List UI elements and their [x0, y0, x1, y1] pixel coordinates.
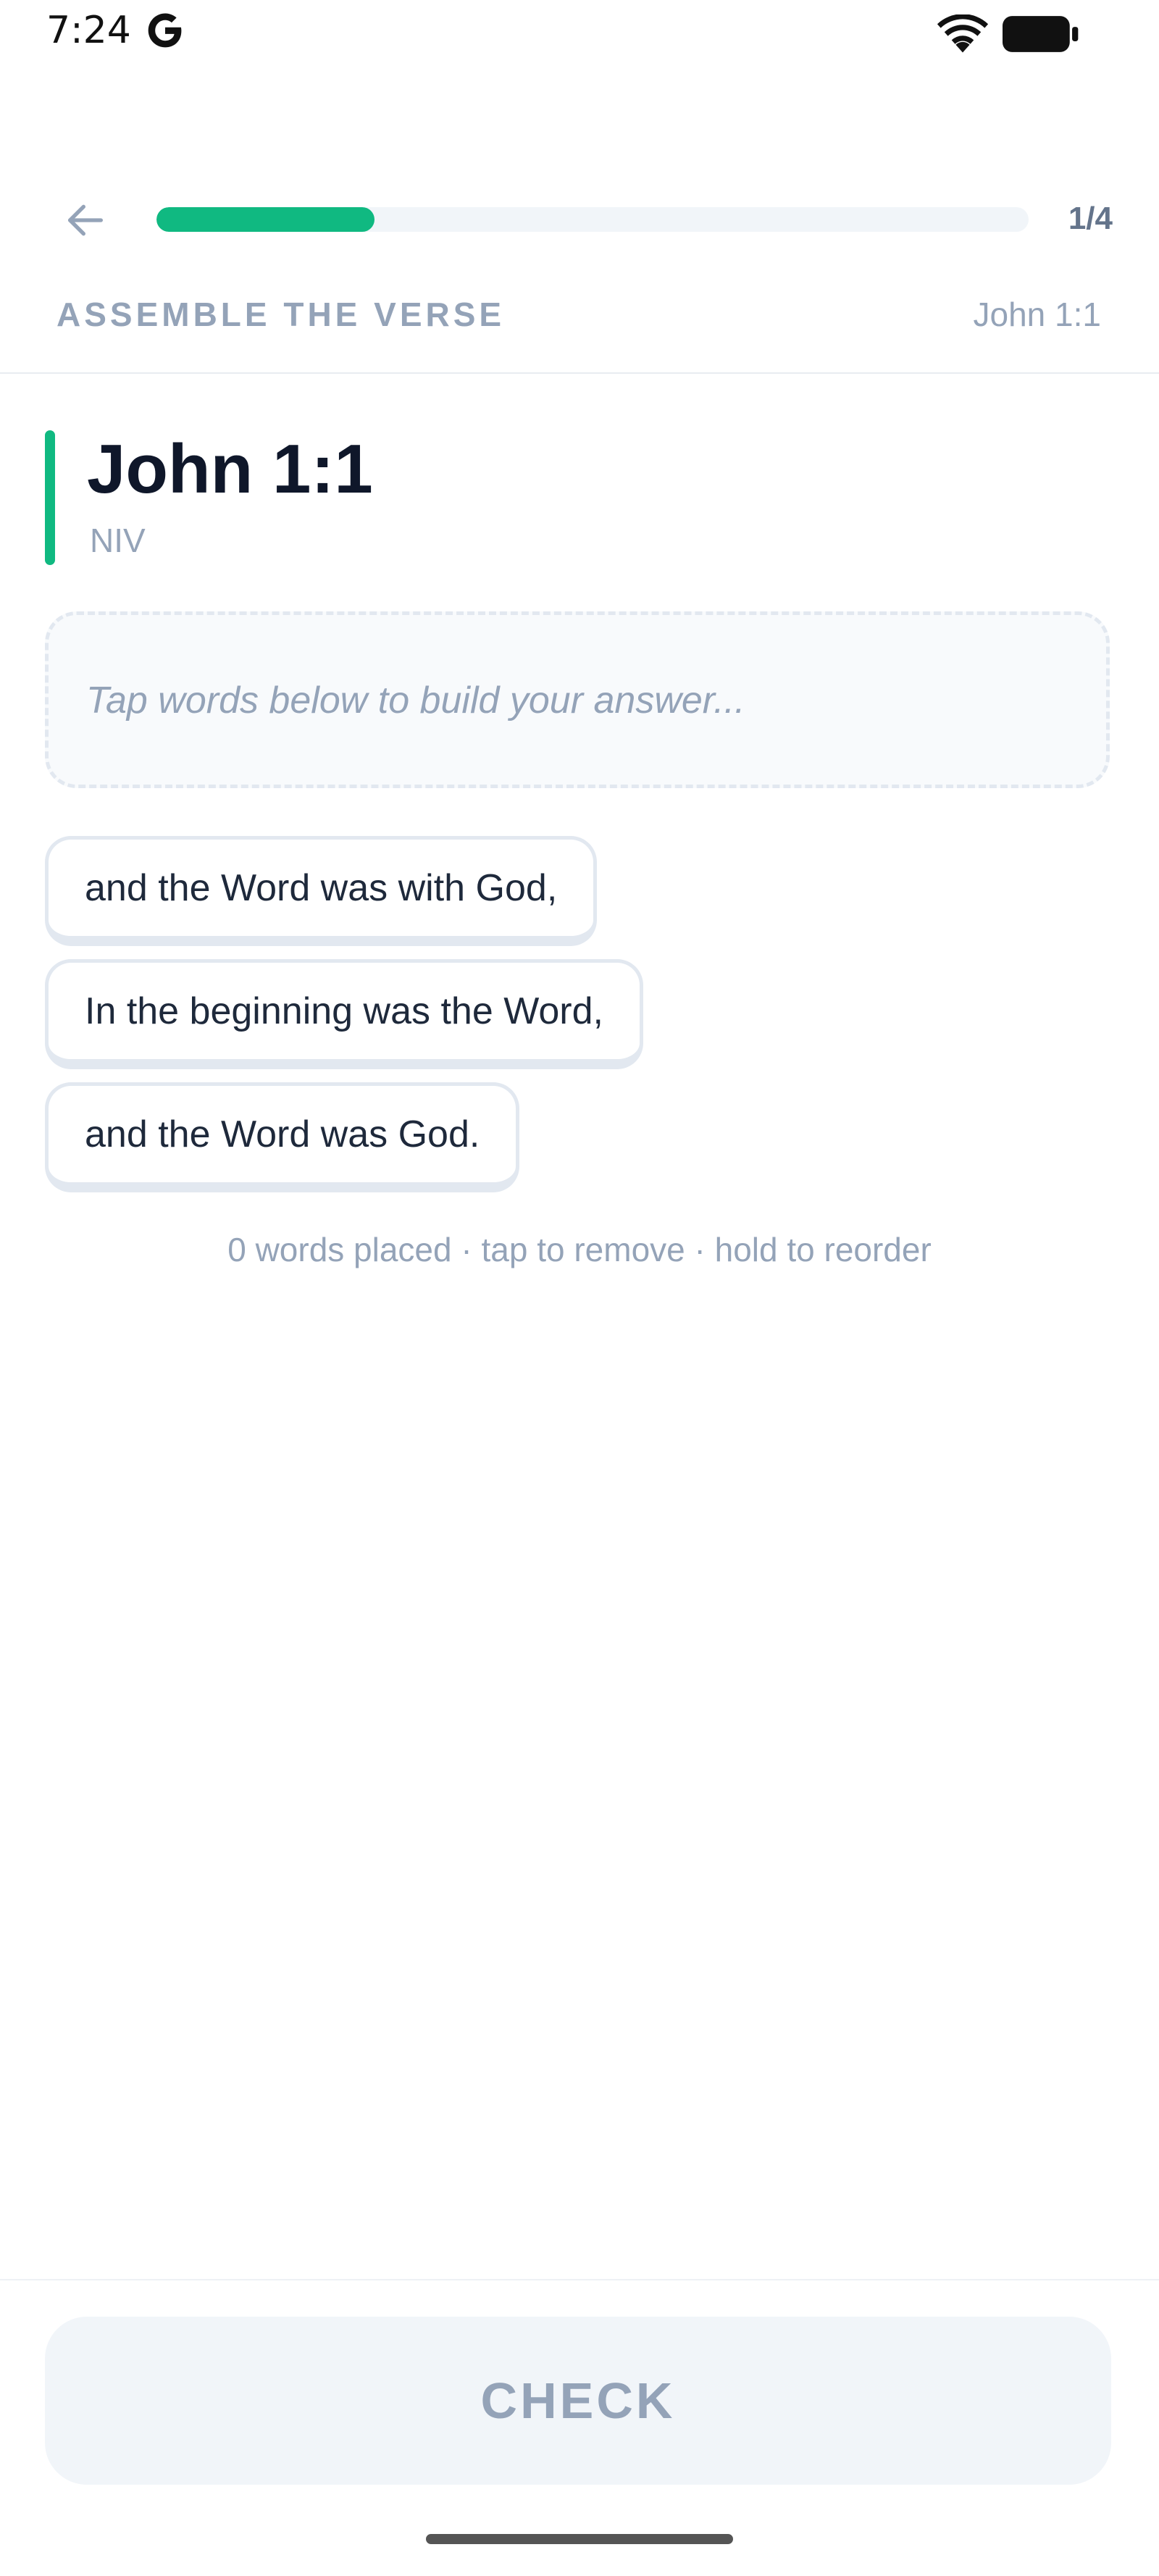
verse-accent-bar [45, 430, 55, 565]
status-time: 7:24 [46, 9, 131, 52]
footer-divider [0, 2279, 1159, 2280]
check-button[interactable]: CHECK [45, 2317, 1111, 2485]
answer-placeholder: Tap words below to build your answer... [86, 679, 745, 722]
word-chip[interactable]: and the Word was God. [45, 1082, 520, 1192]
verse-title: John 1:1 [87, 430, 373, 508]
battery-icon [1003, 16, 1079, 52]
google-g-icon [148, 13, 182, 48]
home-indicator [426, 2534, 733, 2544]
wifi-icon [937, 14, 989, 53]
arrow-left-icon [68, 204, 103, 236]
word-chip[interactable]: and the Word was with God, [45, 836, 598, 946]
back-button[interactable] [51, 185, 120, 255]
verse-translation: NIV [90, 522, 146, 559]
progress-count: 1/4 [1068, 201, 1113, 236]
instructions-hint: 0 words placed · tap to remove · hold to… [227, 1231, 932, 1268]
answer-dropzone[interactable]: Tap words below to build your answer... [45, 611, 1110, 788]
status-bar: 7:24 [0, 0, 1159, 67]
header-reference: John 1:1 [973, 296, 1101, 333]
progress-bar-fill [156, 207, 375, 232]
progress-bar [156, 207, 1029, 232]
header-divider [0, 372, 1159, 374]
word-chip[interactable]: In the beginning was the Word, [45, 959, 643, 1069]
exercise-type-label: ASSEMBLE THE VERSE [57, 296, 506, 333]
